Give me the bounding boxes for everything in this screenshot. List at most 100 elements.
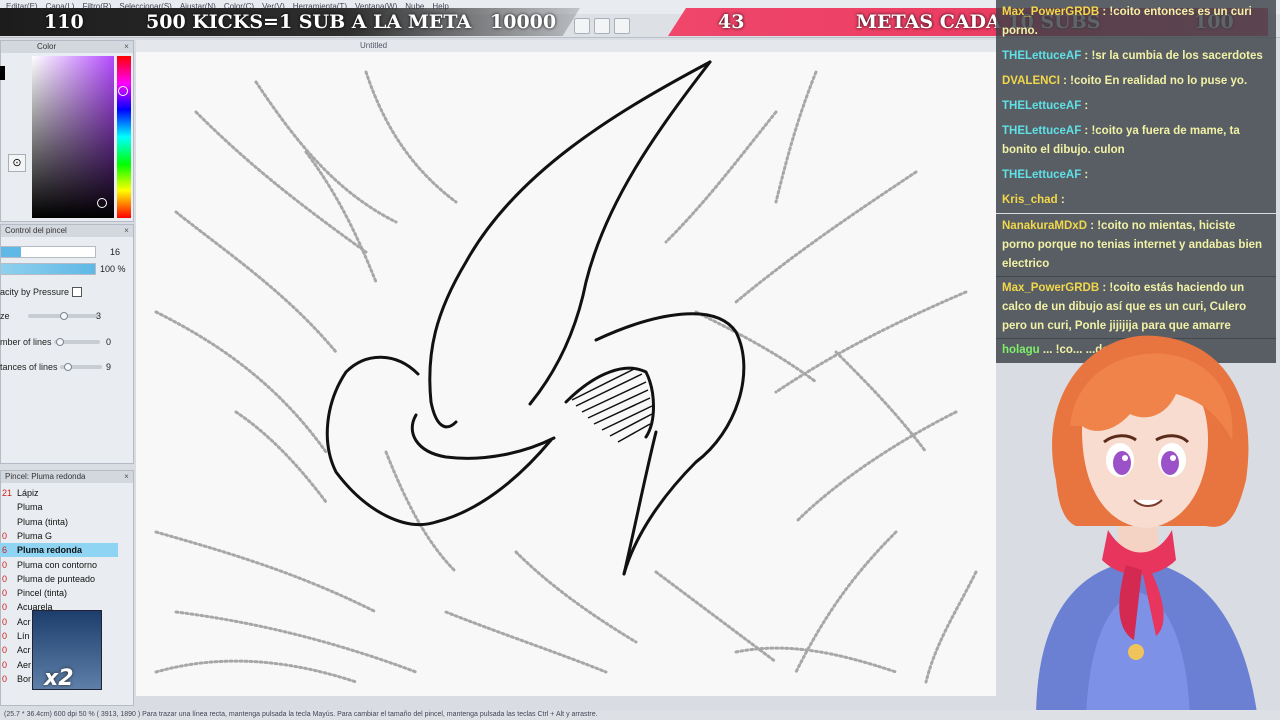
hue-cursor[interactable] [118, 86, 128, 96]
tool-name: Acr [17, 645, 31, 656]
tool-slot-number: 0 [2, 573, 8, 584]
status-bar: (25.7 * 36.4cm) 600 dpi 50 % ( 3913, 189… [0, 710, 1280, 720]
tool-list-item[interactable]: Pluma (tinta) [0, 515, 118, 529]
eyedropper-icon[interactable]: ⊙ [8, 154, 26, 172]
tool-panel-title: Pincel: Pluma redonda [5, 472, 86, 481]
tool-name: Pluma redonda [17, 545, 83, 556]
tool-list-item[interactable]: 0 Pincel (tinta) [0, 586, 118, 600]
background-sketch [154, 70, 978, 684]
chat-message: Kris_chad : [996, 188, 1276, 213]
chat-text: : [1084, 100, 1089, 112]
pressure-opacity-checkbox[interactable] [72, 287, 82, 297]
chat-text: : [1084, 169, 1089, 181]
chat-username[interactable]: Kris_chad [1002, 194, 1061, 206]
chat-message: DVALENCI : !coito En realidad no lo puse… [996, 69, 1276, 94]
screen: Editar(E) Capa(L) Filtro(R) Seleccionar(… [0, 0, 1280, 720]
chat-username[interactable]: THELettuceAF [1002, 169, 1084, 181]
number-of-lines-knob[interactable] [56, 338, 64, 346]
tool-slot-number: 0 [2, 602, 8, 613]
chat-username[interactable]: THELettuceAF [1002, 125, 1084, 137]
tool-slot-number: 0 [2, 559, 8, 570]
chat-text: : !coito En realidad no lo puse yo. [1063, 75, 1248, 87]
tool-panel-header: Pincel: Pluma redonda × [1, 471, 133, 483]
chat-username[interactable]: THELettuceAF [1002, 100, 1084, 112]
kick-goal-target: 10000 [490, 11, 557, 33]
chat-message: NanakuraMDxD : !coito no mientas, hicist… [996, 214, 1276, 277]
tool-slot-number: 21 [2, 488, 13, 498]
kick-count: 110 [44, 11, 84, 33]
canvas-artwork [154, 60, 978, 684]
chat-username[interactable]: THELettuceAF [1002, 50, 1084, 62]
tool-name: Pluma (tinta) [17, 516, 69, 527]
drawing-canvas[interactable]: Untitled [136, 40, 996, 696]
chat-message: Max_PowerGRDB : !coito entonces es un cu… [996, 0, 1276, 44]
line-distance-knob[interactable] [64, 363, 72, 371]
tool-list-item[interactable]: 0 Pluma con contorno [0, 558, 118, 572]
tool-slot-number: 0 [2, 659, 8, 670]
pressure-opacity-label: acity by Pressure [0, 287, 70, 297]
chat-username[interactable]: DVALENCI [1002, 75, 1063, 87]
brush-opacity-value: 100 % [100, 264, 126, 274]
chat-message: THELettuceAF : [996, 163, 1276, 188]
hue-slider[interactable] [117, 56, 131, 218]
toolbar-button[interactable] [574, 18, 590, 34]
tool-list-item[interactable]: 0 Pluma G [0, 529, 118, 543]
tool-slot-number: 0 [2, 616, 8, 627]
close-icon[interactable]: × [122, 42, 131, 51]
chat-username[interactable]: Max_PowerGRDB [1002, 6, 1102, 18]
tool-slot-number: 0 [2, 530, 8, 541]
ink-drawing [325, 60, 746, 576]
chat-text: : !sr la cumbia de los sacerdotes [1084, 50, 1263, 62]
tool-slot-number: 6 [2, 545, 8, 556]
chat-text: : [1060, 194, 1065, 206]
chat-username[interactable]: Max_PowerGRDB [1002, 282, 1102, 294]
tool-slot-number: 0 [2, 631, 8, 641]
tool-list-item[interactable]: 6 Pluma redonda [0, 543, 118, 558]
tool-list-item[interactable]: Pluma [0, 500, 118, 514]
hatching [571, 367, 653, 443]
tool-name: Lín [17, 631, 30, 641]
size-slider-knob[interactable] [60, 312, 68, 320]
tool-slot-number: 0 [2, 673, 8, 684]
tool-list-item[interactable]: 0 Pluma de punteado [0, 572, 118, 586]
color-saturation-field[interactable] [32, 56, 114, 218]
color-picker-cursor[interactable] [97, 198, 107, 208]
toolbar-button[interactable] [594, 18, 610, 34]
close-icon[interactable]: × [122, 472, 131, 481]
vtuber-avatar [1036, 335, 1258, 720]
tool-name: Lápiz [17, 488, 39, 498]
canvas-title: Untitled [136, 40, 996, 52]
foreground-color-swatch[interactable] [0, 66, 5, 80]
sub-count: 43 [718, 11, 745, 33]
tool-slot-number: 0 [2, 588, 8, 599]
tool-name: Aer [17, 659, 32, 670]
tool-name: Pluma con contorno [17, 559, 98, 570]
chat-message: THELettuceAF : !coito ya fuera de mame, … [996, 119, 1276, 163]
brush-size-value: 16 [110, 247, 121, 257]
toolbar-button[interactable] [614, 18, 630, 34]
tool-slot-number: 0 [2, 645, 8, 656]
size-label: ze [0, 311, 10, 321]
brush-panel-header: Control del pincel × [1, 225, 133, 237]
size-slider-value: 3 [96, 311, 102, 321]
stream-chat: Max_PowerGRDB : !coito entonces es un cu… [996, 0, 1280, 380]
brush-opacity-bar[interactable] [0, 263, 96, 275]
tool-name: Pincel (tinta) [17, 588, 68, 599]
multiplier-badge: x2 [44, 666, 74, 691]
close-icon[interactable]: × [122, 226, 131, 235]
number-of-lines-label: mber of lines [0, 337, 52, 347]
tool-name: Acr [17, 616, 31, 627]
chat-message: THELettuceAF : !sr la cumbia de los sace… [996, 44, 1276, 69]
tool-name: Pluma [17, 502, 43, 513]
tool-name: Bor [17, 673, 32, 684]
tool-list-item[interactable]: 21 Lápiz [0, 486, 118, 500]
tool-name: Pluma G [17, 530, 53, 541]
line-distance-value: 9 [106, 362, 112, 372]
tool-name: Pluma de punteado [17, 573, 96, 584]
chat-message: THELettuceAF : [996, 94, 1276, 119]
number-of-lines-value: 0 [106, 337, 112, 347]
color-panel-title: Color [37, 42, 57, 51]
chat-username[interactable]: NanakuraMDxD [1002, 220, 1090, 232]
brush-size-bar[interactable] [0, 246, 96, 258]
line-distance-label: tances of lines [0, 362, 58, 372]
